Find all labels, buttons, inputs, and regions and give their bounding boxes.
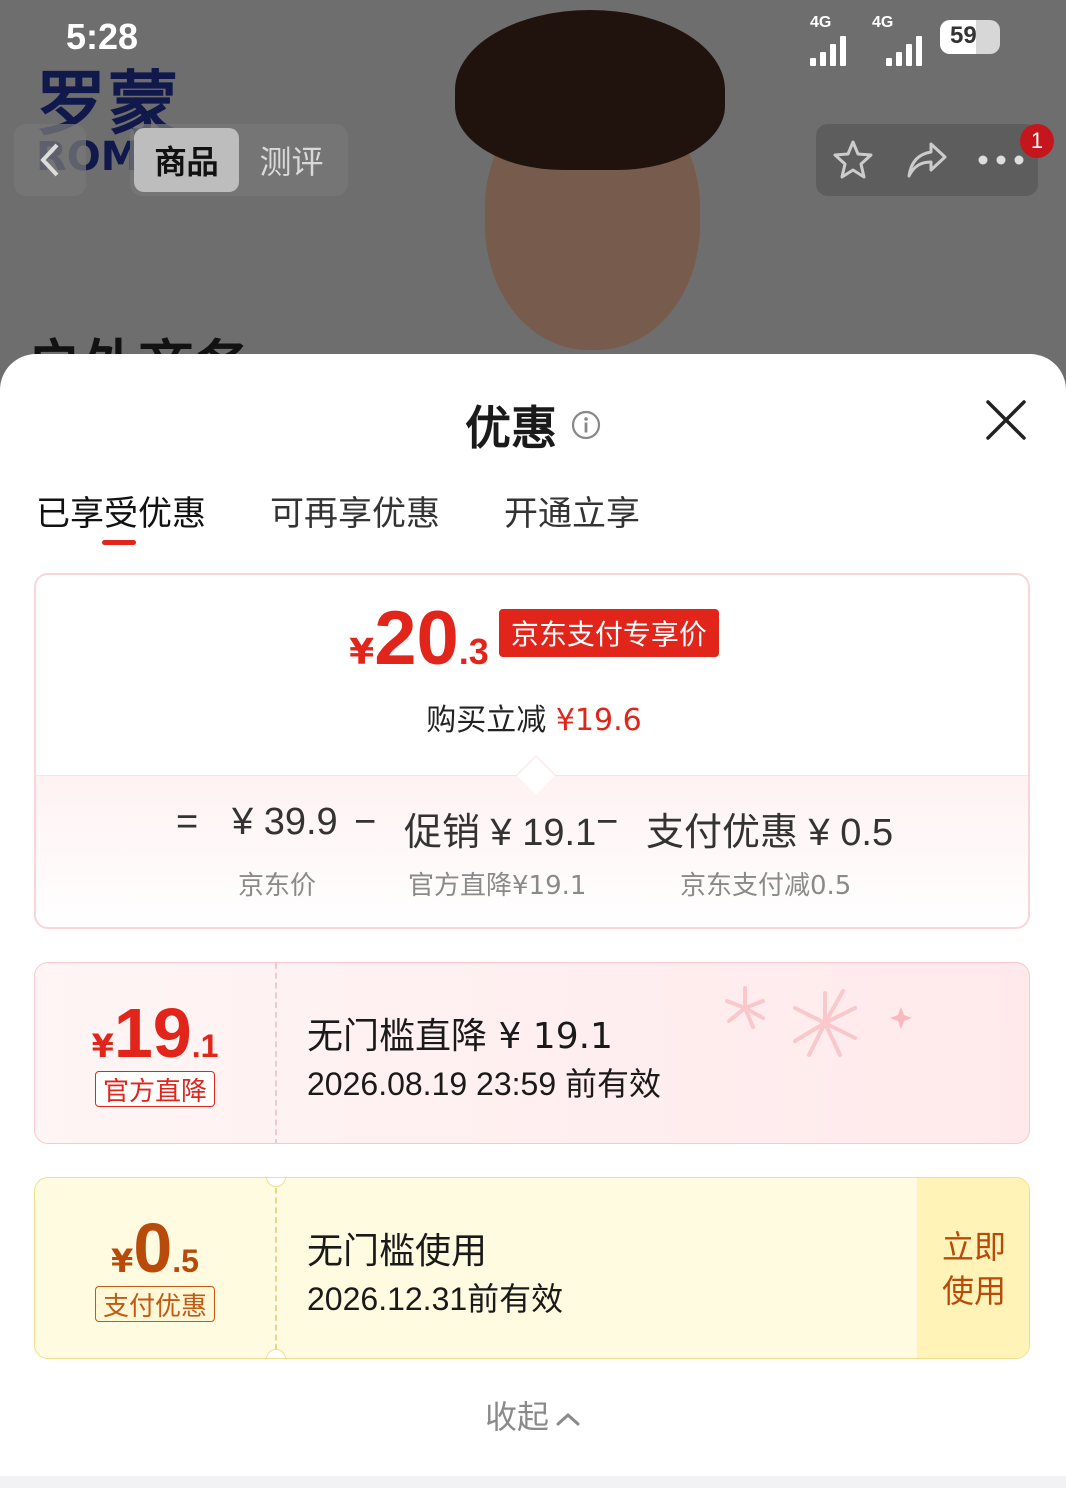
minus-sign: − (354, 801, 377, 843)
coupon-value: ¥19.1 官方直降 (91, 994, 219, 1107)
coupon-value: ¥0.5 支付优惠 (35, 1178, 275, 1358)
tab-review[interactable]: 测评 (239, 128, 344, 192)
close-icon[interactable] (980, 394, 1032, 446)
notification-badge: 1 (1020, 124, 1054, 158)
final-price: ¥20.3 京东支付专享价 (36, 595, 1028, 682)
bottom-divider (0, 1476, 1066, 1488)
price-summary-card: ¥20.3 京东支付专享价 购买立减 ¥19.6 = ¥ 39.9 − 促销 ¥ … (34, 573, 1030, 929)
promo-amount: 促销 ¥ 19.1 (404, 812, 597, 854)
collapse-button[interactable]: 收起 (0, 1392, 1066, 1438)
favorite-button[interactable] (816, 124, 890, 196)
pay-discount-amount: 支付优惠 ¥ 0.5 (646, 812, 894, 854)
coupon-card: ¥19.1 官方直降 无门槛直降 ¥ 19.1 2026.08.19 23:59… (34, 962, 1030, 1144)
status-bar: 5:28 4G 4G 59 (0, 0, 1066, 76)
coupon-validity: 2026.08.19 23:59 前有效 (307, 1066, 662, 1102)
coupon-type-tag: 支付优惠 (95, 1286, 215, 1322)
back-button[interactable] (14, 124, 86, 196)
tab-open-to-enjoy[interactable]: 开通立享 (504, 486, 640, 546)
fireworks-decoration (725, 986, 912, 1057)
coupon-validity: 2026.12.31前有效 (307, 1281, 564, 1317)
pay-discount-label: 京东支付减0.5 (680, 871, 852, 901)
active-tab-indicator (102, 540, 136, 545)
top-actions (816, 124, 1038, 196)
coupon-card: ¥0.5 支付优惠 无门槛使用 2026.12.31前有效 立即使用 (34, 1177, 1030, 1359)
tab-goods[interactable]: 商品 (134, 128, 239, 192)
status-time: 5:28 (66, 16, 139, 57)
use-now-button[interactable]: 立即使用 (917, 1178, 1029, 1358)
product-tabs: 商品 测评 (130, 124, 348, 196)
instant-reduction: 购买立减 ¥19.6 (426, 703, 642, 738)
star-icon (833, 140, 873, 179)
minus-sign: − (596, 801, 619, 843)
coupon-title: 无门槛使用 (307, 1231, 488, 1272)
chevron-up-icon (556, 1412, 580, 1426)
tab-enjoyed[interactable]: 已享受优惠 (36, 486, 206, 546)
base-price-label: 京东价 (238, 871, 317, 901)
battery-icon: 59 (940, 20, 1000, 54)
discount-sheet: 优惠 已享受优惠 可再享优惠 开通立享 ¥20.3 京东支付专享价 购买立减 ¥1… (0, 354, 1066, 1488)
sheet-header: 优惠 (0, 392, 1066, 458)
tab-more-discounts[interactable]: 可再享优惠 (270, 486, 440, 546)
coupon-title: 无门槛直降 ¥ 19.1 (307, 1016, 613, 1057)
equals-sign: = (176, 801, 199, 843)
discount-tabs: 已享受优惠 可再享优惠 开通立享 (36, 486, 640, 546)
base-price: ¥ 39.9 (232, 801, 338, 843)
sheet-title: 优惠 (465, 401, 557, 455)
share-icon (907, 142, 947, 178)
promo-label: 官方直降¥19.1 (408, 871, 587, 901)
share-button[interactable] (890, 124, 964, 196)
price-formula: = ¥ 39.9 − 促销 ¥ 19.1 − 支付优惠 ¥ 0.5 (36, 801, 1028, 854)
jd-pay-price-tag: 京东支付专享价 (498, 609, 719, 657)
chevron-left-icon (40, 143, 59, 177)
coupon-type-tag: 官方直降 (95, 1071, 215, 1107)
info-icon[interactable] (571, 410, 601, 440)
more-icon (978, 155, 1024, 165)
